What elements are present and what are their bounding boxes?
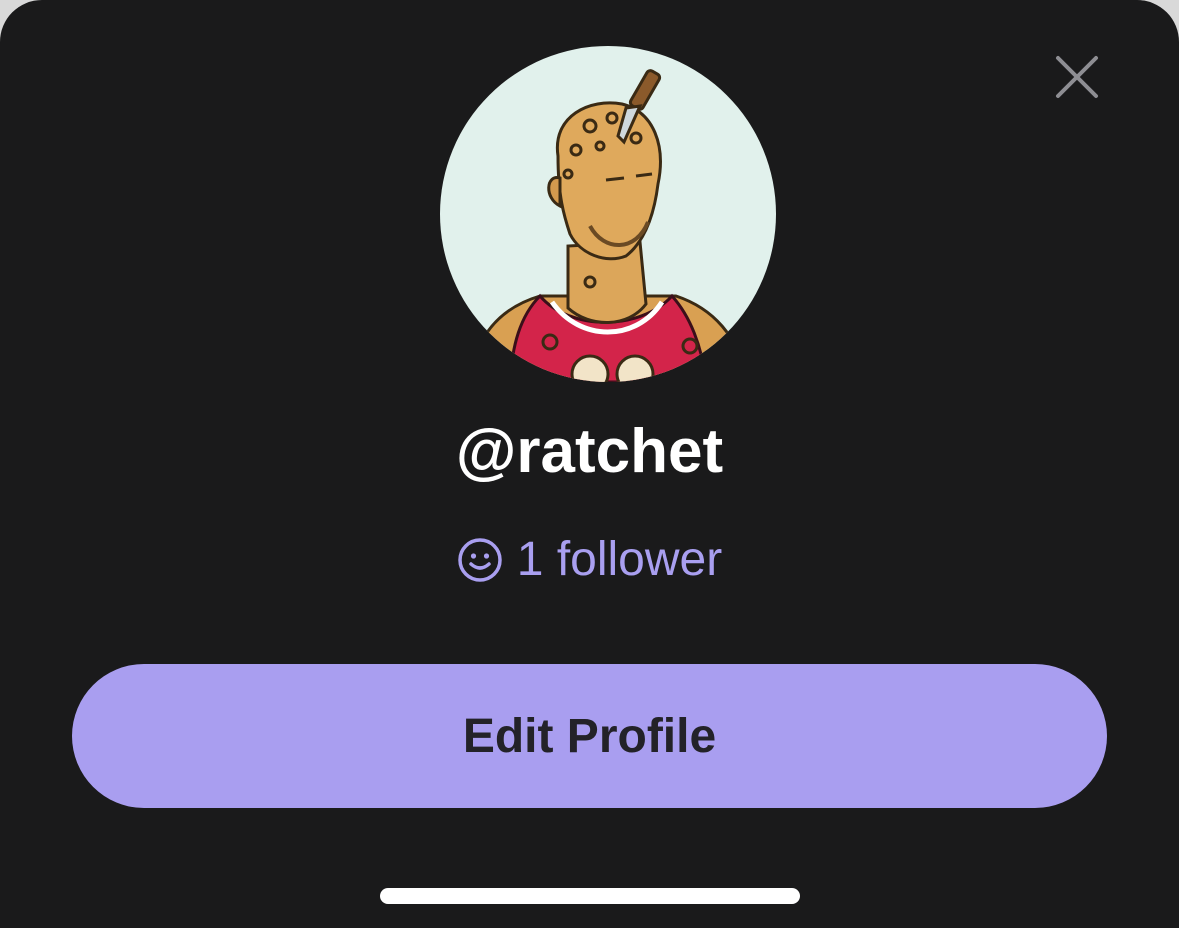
home-indicator[interactable] [380,888,800,904]
username: @ratchet [455,417,724,486]
followers-count[interactable]: 1 follower [0,530,1179,590]
avatar-illustration [468,69,748,382]
edit-profile-button[interactable]: Edit Profile [72,664,1107,808]
avatar[interactable] [440,46,776,382]
close-icon [1056,56,1098,98]
followers-label: 1 follower [516,533,723,586]
profile-sheet: @ratchet 1 follower Edit Profile [0,0,1179,928]
smiley-face-icon [458,538,502,582]
close-button[interactable] [1052,52,1102,102]
